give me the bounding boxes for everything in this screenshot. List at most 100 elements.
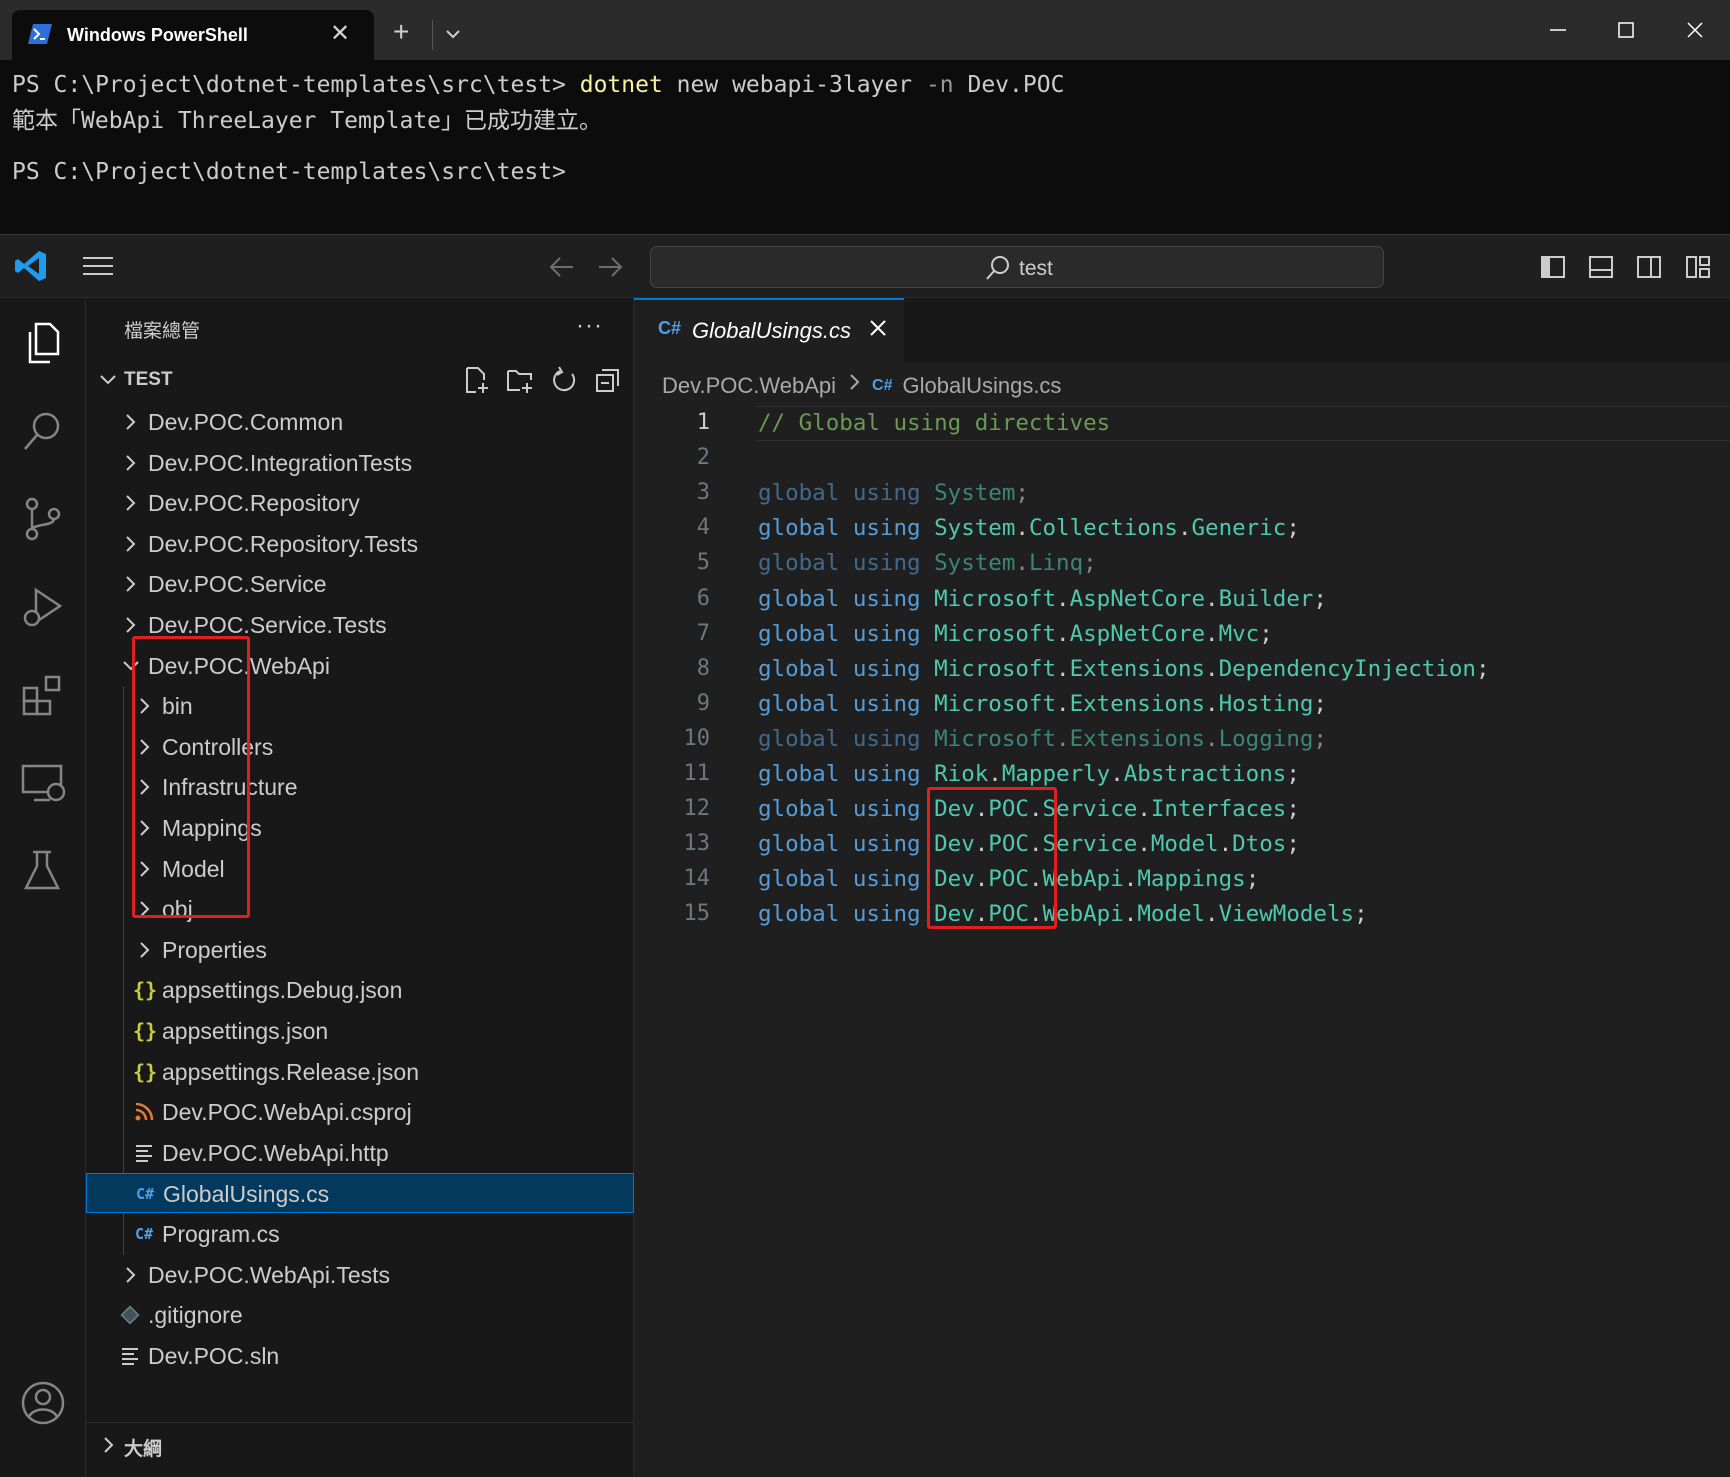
arrow-left-icon[interactable] [548,255,576,279]
close-tab-icon[interactable]: ✕ [330,22,350,46]
tree-file[interactable]: Dev.POC.WebApi.http [86,1133,634,1173]
breadcrumb-folder[interactable]: Dev.POC.WebApi [662,373,836,399]
tree-folder[interactable]: Dev.POC.Repository [86,483,634,523]
git-file-icon [119,1304,141,1326]
code-token: . [1015,550,1029,577]
workspace-section-header[interactable]: TEST [86,360,634,400]
tab-globalusings[interactable]: C# GlobalUsings.cs [634,298,904,362]
source-control-icon[interactable] [20,496,66,542]
code-token: ; [1313,690,1327,717]
code-token: ; [1259,620,1273,647]
tree-file[interactable]: .gitignore [86,1295,634,1335]
new-folder-icon[interactable] [506,366,534,394]
refresh-icon[interactable] [550,366,578,394]
explorer-icon[interactable] [20,320,66,366]
menu-icon[interactable] [82,255,114,277]
code-token: Dtos [1232,831,1287,858]
testing-icon[interactable] [20,848,66,894]
code-token: global [758,901,840,928]
chevron-down-icon [100,375,116,385]
chevron-down-icon[interactable] [444,28,462,40]
code-text: global using Microsoft.Extensions.Loggin… [758,726,1327,752]
toggle-secondary-sidebar-icon[interactable] [1636,254,1662,280]
command-center-search[interactable]: test [650,246,1384,288]
powershell-tab[interactable]: Windows PowerShell ✕ [12,10,374,60]
minimize-icon[interactable] [1546,18,1570,42]
code-token: ; [1245,866,1260,893]
code-token: . [1137,831,1151,858]
maximize-icon[interactable] [1614,18,1638,42]
tree-file[interactable]: Dev.POC.sln [86,1336,634,1376]
breadcrumb-file[interactable]: GlobalUsings.cs [902,373,1061,399]
customize-layout-icon[interactable] [1685,254,1711,280]
search-icon[interactable] [20,408,66,454]
extensions-icon[interactable] [20,672,66,718]
code-token: . [1137,796,1151,823]
close-tab-icon[interactable] [868,318,888,338]
tree-folder[interactable]: Dev.POC.Service [86,564,634,604]
outline-section-header[interactable]: 大綱 [86,1422,634,1466]
tree-file[interactable]: {} appsettings.json [86,1011,634,1051]
tree-item-label: Dev.POC.Common [148,409,344,435]
tree-item-label: Dev.POC.WebApi.csproj [162,1099,412,1126]
tree-file[interactable]: C# GlobalUsings.cs [86,1173,634,1214]
tree-folder[interactable]: Dev.POC.Common [86,402,634,442]
run-debug-icon[interactable] [20,584,66,630]
sidebar-title: 檔案總管 [124,321,201,342]
line-number: 8 [696,655,710,681]
code-token: Collections [1028,515,1178,542]
code-token: Interfaces [1150,796,1287,823]
tab-divider [432,20,433,50]
code-token: ; [1354,901,1368,928]
tree-file[interactable]: {} appsettings.Debug.json [86,970,634,1010]
command: dotnet [579,72,663,98]
tree-file[interactable]: C# Program.cs [86,1214,634,1254]
code-token: . [1205,901,1219,928]
terminal-line: PS C:\Project\dotnet-templates\src\test> [12,159,566,185]
chevron-right-icon [126,495,136,511]
tree-folder[interactable]: Dev.POC.WebApi.Tests [86,1255,634,1295]
toggle-panel-icon[interactable] [1588,254,1614,280]
code-token: ; [1083,550,1097,577]
code-token: using [852,515,921,542]
code-line: 13 global using Dev.POC.Service.Model.Dto… [634,827,1730,862]
code-token: . [1205,585,1219,612]
code-token: global [758,690,840,717]
collapse-all-icon[interactable] [594,366,622,394]
powershell-icon [28,24,52,44]
tree-file[interactable]: {} appsettings.Release.json [86,1052,634,1092]
tree-item-label: Dev.POC.Repository.Tests [148,530,419,557]
csharp-file-icon: C# [134,1225,154,1243]
new-file-icon[interactable] [462,366,490,394]
terminal-output[interactable]: PS C:\Project\dotnet-templates\src\test>… [0,60,1730,234]
new-tab-icon[interactable]: + [393,18,409,46]
code-line: 15 global using Dev.POC.WebApi.Model.View… [634,897,1730,932]
more-actions-icon[interactable]: ··· [576,312,603,340]
arrow-right-icon[interactable] [596,255,624,279]
json-file-icon: {} [133,978,158,1003]
toggle-primary-sidebar-icon[interactable] [1540,254,1566,280]
code-token: Model [1137,901,1206,928]
account-icon[interactable] [20,1380,66,1426]
code-token: using [852,655,921,682]
code-token: global [758,620,840,647]
tree-folder[interactable]: Dev.POC.Repository.Tests [86,524,634,564]
remote-explorer-icon[interactable] [20,760,66,806]
code-line: 12 global using Dev.POC.Service.Interface… [634,792,1730,827]
tree-item-label: appsettings.Release.json [162,1058,419,1085]
tree-file[interactable]: Dev.POC.WebApi.csproj [86,1092,634,1132]
line-number: 4 [696,515,710,541]
close-window-icon[interactable] [1683,18,1707,42]
tree-item-label: Dev.POC.Repository [148,490,360,517]
tree-folder[interactable]: Properties [86,930,634,970]
tree-folder[interactable]: Dev.POC.IntegrationTests [86,443,634,483]
code-token: Mvc [1218,620,1260,647]
code-line: 1 // Global using directives [634,406,1730,441]
code-token: . [1218,831,1233,858]
